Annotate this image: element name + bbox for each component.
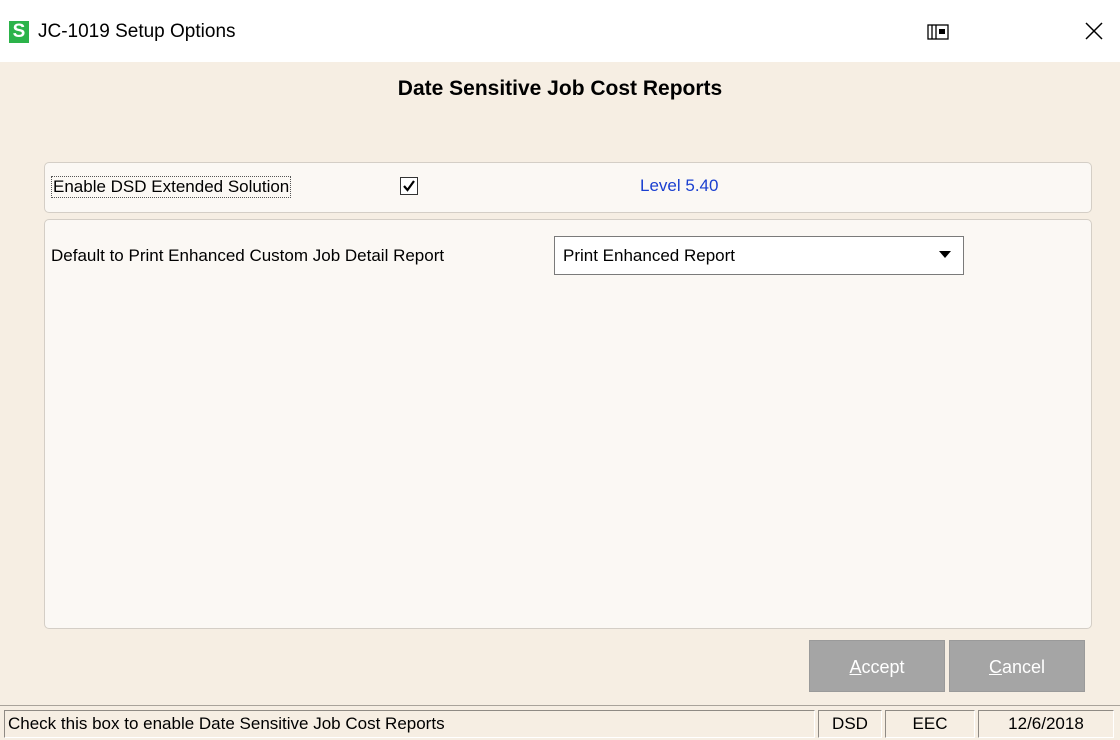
status-bar: Check this box to enable Date Sensitive … [0,705,1120,740]
default-report-value: Print Enhanced Report [563,246,735,265]
page-title: Date Sensitive Job Cost Reports [397,77,723,100]
restore-window-icon[interactable] [927,24,949,40]
default-report-select[interactable]: Print Enhanced Report [554,236,964,275]
app-logo-icon: S [9,21,29,43]
title-bar: S JC-1019 Setup Options [0,0,1120,62]
default-report-label: Default to Print Enhanced Custom Job Det… [51,246,445,265]
cancel-button[interactable]: Cancel [949,640,1085,692]
chevron-down-icon[interactable] [939,251,951,258]
status-company-code-1: DSD [818,710,882,738]
status-message: Check this box to enable Date Sensitive … [4,710,815,738]
status-date: 12/6/2018 [978,710,1114,738]
accept-button[interactable]: Accept [809,640,945,692]
enable-dsd-label[interactable]: Enable DSD Extended Solution [50,176,292,198]
enable-panel: Enable DSD Extended Solution Level 5.40 [44,162,1092,213]
setup-options-window: S JC-1019 Setup Options Date Sensitive J… [0,0,1120,740]
cancel-button-label: ancel [1001,657,1046,677]
report-options-panel: Default to Print Enhanced Custom Job Det… [44,219,1092,629]
checkmark-icon [403,180,415,192]
window-title: JC-1019 Setup Options [38,21,236,42]
status-company-code-2: EEC [885,710,975,738]
accept-button-label: ccept [861,657,905,677]
accept-button-mnemonic: A [849,657,862,677]
enable-dsd-checkbox[interactable] [400,177,418,195]
close-icon[interactable] [1083,20,1105,42]
cancel-button-mnemonic: C [988,657,1002,677]
level-text: Level 5.40 [640,176,719,195]
